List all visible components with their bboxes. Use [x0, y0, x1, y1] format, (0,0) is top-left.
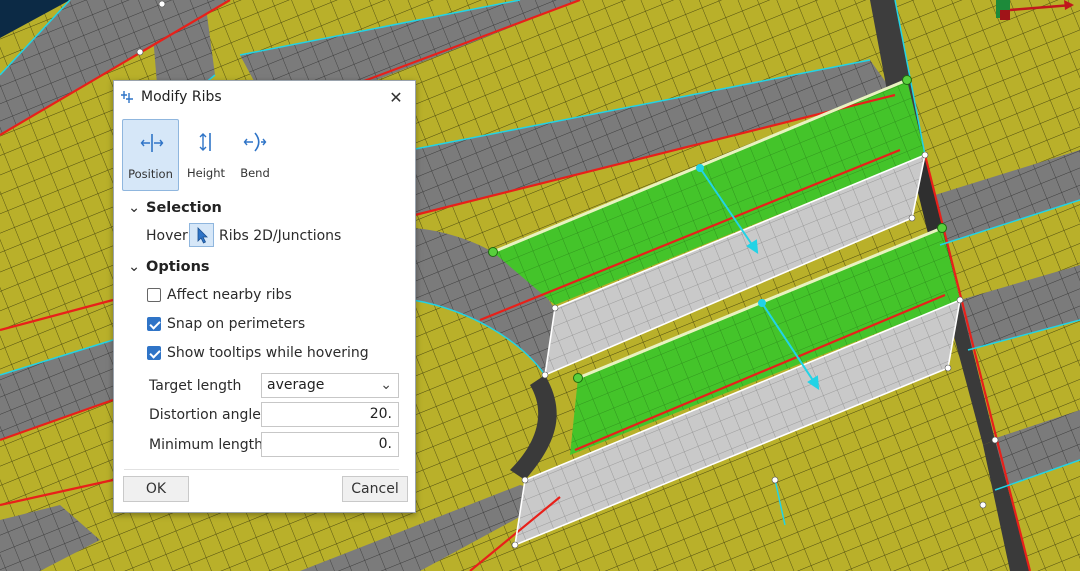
modify-ribs-dialog: Modify Ribs ✕ Position Height Bend ⌄ Sel… — [113, 80, 416, 513]
cancel-button[interactable]: Cancel — [342, 476, 408, 502]
target-length-value: average — [267, 377, 325, 393]
distortion-angle-label: Distortion angle — [149, 407, 261, 423]
selection-section-header[interactable]: ⌄ Selection — [128, 200, 222, 216]
chevron-down-icon: ⌄ — [380, 377, 392, 393]
target-length-label: Target length — [149, 378, 242, 394]
chevron-down-icon: ⌄ — [128, 259, 141, 275]
checkbox-box[interactable] — [147, 346, 161, 360]
mode-tabs: Position Height Bend — [122, 119, 402, 193]
checkbox-box[interactable] — [147, 288, 161, 302]
distortion-angle-input[interactable]: 20. — [261, 402, 399, 427]
hover-label: Hover — [146, 228, 188, 244]
modify-ribs-icon — [121, 91, 133, 103]
checkbox-label: Show tooltips while hovering — [167, 345, 369, 361]
close-button[interactable]: ✕ — [386, 88, 406, 108]
hover-select-button[interactable] — [189, 223, 214, 247]
options-section-header[interactable]: ⌄ Options — [128, 259, 210, 275]
minimum-length-label: Minimum length — [149, 437, 263, 453]
position-icon — [140, 134, 164, 152]
tab-position-label: Position — [128, 167, 173, 181]
options-header-label: Options — [146, 259, 210, 275]
tab-bend[interactable]: Bend — [234, 119, 276, 191]
checkbox-label: Snap on perimeters — [167, 316, 306, 332]
dialog-titlebar[interactable]: Modify Ribs ✕ — [114, 81, 415, 115]
ok-button[interactable]: OK — [123, 476, 189, 502]
footer-divider — [124, 469, 399, 470]
target-length-select[interactable]: average ⌄ — [261, 373, 399, 398]
minimum-length-input[interactable]: 0. — [261, 432, 399, 457]
cursor-arrow-icon — [197, 227, 208, 244]
tab-bend-label: Bend — [240, 166, 270, 180]
selection-header-label: Selection — [146, 200, 222, 216]
tab-height-label: Height — [186, 166, 225, 180]
tab-position[interactable]: Position — [122, 119, 179, 191]
dialog-title: Modify Ribs — [141, 89, 222, 105]
checkbox-box[interactable] — [147, 317, 161, 331]
checkbox-label: Affect nearby ribs — [167, 287, 292, 303]
selection-target-label: Ribs 2D/Junctions — [219, 228, 342, 244]
height-icon — [199, 133, 211, 151]
bend-icon — [243, 132, 267, 152]
tab-height[interactable]: Height — [186, 119, 226, 191]
chevron-down-icon: ⌄ — [128, 200, 141, 216]
